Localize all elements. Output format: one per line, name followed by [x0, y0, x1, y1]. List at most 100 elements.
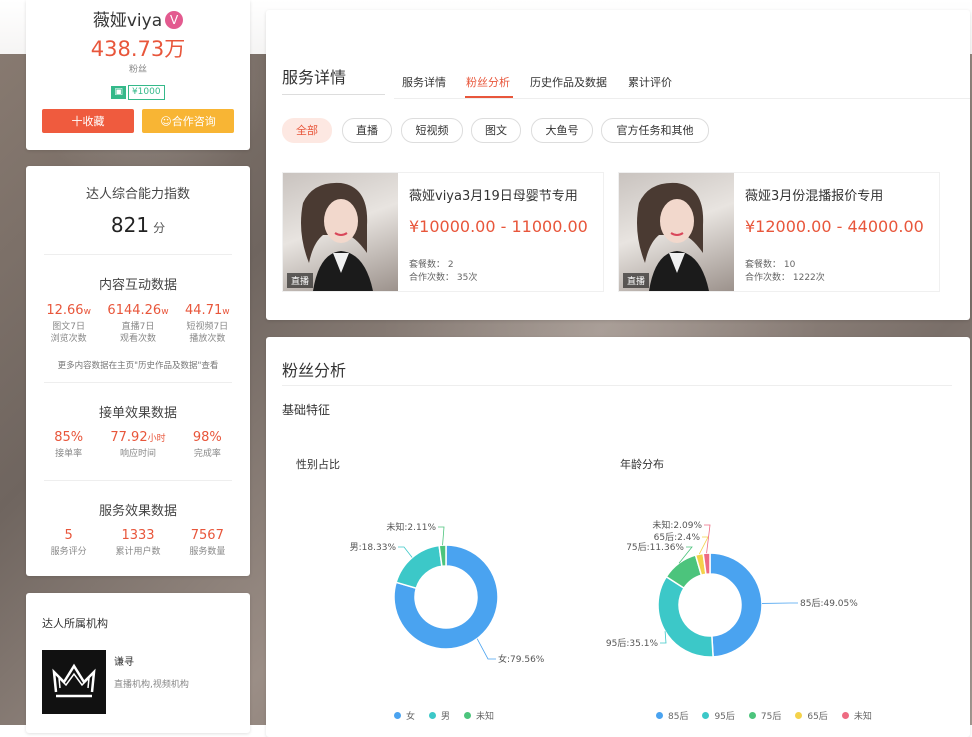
tabs-divider [394, 98, 970, 99]
gender-chart-legend: 女 男 未知 [394, 709, 508, 722]
stat-value: 85% [54, 430, 83, 445]
legend-label: 75后 [761, 712, 781, 722]
stat-value: 7567 [173, 528, 242, 543]
legend-label: 95后 [714, 712, 734, 722]
services-card: 服务详情 服务详情 粉丝分析 历史作品及数据 累计评价 全部 直播 短视频 图文… [266, 10, 970, 320]
content-data-note[interactable]: 更多内容数据在主页"历史作品及数据"查看 [26, 359, 250, 371]
chat-icon: ☺ [160, 115, 171, 128]
legend-label: 女 [406, 712, 415, 722]
filter-chip-short-video[interactable]: 短视频 [401, 118, 463, 143]
legend-item[interactable]: 女 [394, 709, 415, 722]
basic-features-title: 基础特征 [282, 401, 330, 418]
stat-unit: 小时 [148, 434, 166, 444]
stat-label: 浏览次数 [34, 333, 103, 345]
stat-cell: 98% 完成率 [173, 430, 242, 460]
slice-label: 95后:35.1% [606, 638, 658, 649]
stat-unit: w [84, 307, 91, 317]
stat-cell: 12.66w 图文7日浏览次数 [34, 303, 103, 345]
stat-value: 44.71 [185, 303, 222, 318]
stat-label: 累计用户数 [103, 546, 172, 558]
legend-item[interactable]: 未知 [464, 709, 494, 722]
legend-dot-icon [795, 712, 802, 719]
age-donut-chart: 85后:49.05%95后:35.1%75后:11.36%65后:2.4%未知:… [606, 487, 946, 702]
stat-cell: 77.92小时 响应时间 [103, 430, 172, 460]
leader-line [477, 639, 496, 659]
legend-label: 未知 [476, 712, 494, 722]
stat-value: 12.66 [46, 303, 83, 318]
legend-label: 男 [441, 712, 450, 722]
filter-chip-article[interactable]: 图文 [471, 118, 521, 143]
divider [282, 385, 952, 386]
ability-score-value: 821 [111, 213, 149, 237]
legend-label: 未知 [854, 712, 872, 722]
donut-slice-85后[interactable] [710, 553, 762, 657]
filter-chip-all[interactable]: 全部 [282, 118, 332, 143]
favorite-button[interactable]: 十收藏 [42, 109, 134, 133]
legend-label: 65后 [807, 712, 827, 722]
filter-chip-dayu[interactable]: 大鱼号 [531, 118, 593, 143]
tab-fans-analysis[interactable]: 粉丝分析 [466, 74, 510, 90]
org-type: 直播机构,视频机构 [114, 677, 189, 690]
stat-cell: 5 服务评分 [34, 528, 103, 558]
stat-label: 服务评分 [34, 546, 103, 558]
divider [44, 254, 232, 255]
tab-service-detail[interactable]: 服务详情 [402, 74, 446, 90]
legend-label: 85后 [668, 712, 688, 722]
service-photo: 直播 [283, 173, 398, 291]
stat-label: 直播7日 [103, 321, 172, 333]
content-interaction-title: 内容互动数据 [26, 274, 250, 293]
legend-item[interactable]: 未知 [842, 709, 872, 722]
service-name[interactable]: 薇娅3月份混播报价专用 [745, 185, 883, 204]
stat-cell: 6144.26w 直播7日观看次数 [103, 303, 172, 345]
fans-analysis-title: 粉丝分析 [282, 357, 346, 381]
service-card[interactable]: 直播 薇娅viya3月19日母婴节专用 ¥10000.00 - 11000.00… [282, 172, 604, 292]
stats-card: 达人综合能力指数 821分 内容互动数据 12.66w 图文7日浏览次数 614… [26, 166, 250, 576]
legend-dot-icon [464, 712, 471, 719]
leader-line [438, 527, 444, 545]
stat-unit: w [222, 307, 229, 317]
org-logo[interactable] [42, 650, 106, 714]
slice-label: 女:79.56% [498, 653, 545, 665]
content-interaction-row: 12.66w 图文7日浏览次数 6144.26w 直播7日观看次数 44.71w… [34, 303, 242, 345]
org-card: 达人所属机构 谦寻 直播机构,视频机构 [26, 593, 250, 733]
legend-item[interactable]: 95后 [702, 709, 734, 722]
title-underline [282, 94, 385, 95]
consult-button[interactable]: ☺合作咨询 [142, 109, 234, 133]
service-price: ¥12000.00 - 44000.00 [745, 217, 924, 236]
stat-label: 完成率 [173, 448, 242, 460]
stat-label: 接单率 [34, 448, 103, 460]
stat-value: 1333 [103, 528, 172, 543]
stat-value: 5 [34, 528, 103, 543]
service-card[interactable]: 直播 薇娅3月份混播报价专用 ¥12000.00 - 44000.00 套餐数：… [618, 172, 940, 292]
divider [44, 382, 232, 383]
service-photo: 直播 [619, 173, 734, 291]
stat-cell: 85% 接单率 [34, 430, 103, 460]
donut-slice-男[interactable] [396, 545, 442, 588]
stat-cell: 44.71w 短视频7日播放次数 [173, 303, 242, 345]
legend-item[interactable]: 85后 [656, 709, 688, 722]
donut-slice-95后[interactable] [658, 577, 713, 657]
org-name[interactable]: 谦寻 [114, 653, 134, 668]
ability-score-unit: 分 [153, 221, 165, 235]
price-tag-value: ¥1000 [128, 85, 165, 100]
tab-history-works[interactable]: 历史作品及数据 [530, 74, 607, 90]
slice-label: 75后:11.36% [626, 542, 684, 553]
service-coop-count: 合作次数： 1222次 [745, 270, 825, 283]
tab-reviews[interactable]: 累计评价 [628, 74, 672, 90]
profile-name: 薇娅viya [93, 11, 162, 31]
filter-chip-live[interactable]: 直播 [342, 118, 392, 143]
legend-dot-icon [429, 712, 436, 719]
service-name[interactable]: 薇娅viya3月19日母婴节专用 [409, 185, 578, 204]
legend-item[interactable]: 男 [429, 709, 450, 722]
crown-icon [42, 650, 106, 714]
slice-label: 65后:2.4% [654, 532, 701, 543]
price-tag: ▣¥1000 [26, 79, 250, 100]
service-effect-row: 5 服务评分 1333 累计用户数 7567 服务数量 [34, 528, 242, 558]
ability-score: 821 分 [26, 213, 250, 237]
order-effect-row: 85% 接单率 77.92小时 响应时间 98% 完成率 [34, 430, 242, 460]
legend-dot-icon [702, 712, 709, 719]
legend-item[interactable]: 65后 [795, 709, 827, 722]
service-packages: 套餐数： 10 [745, 257, 795, 270]
filter-chip-official[interactable]: 官方任务和其他 [601, 118, 709, 143]
legend-item[interactable]: 75后 [749, 709, 781, 722]
